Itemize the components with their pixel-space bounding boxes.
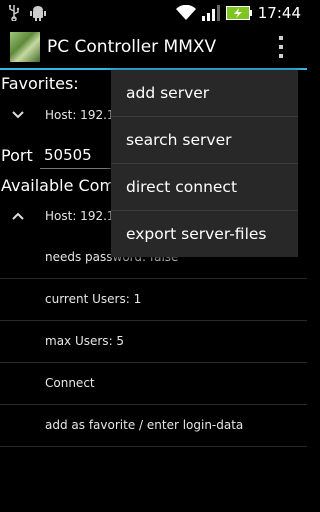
status-bar: 17:44 — [0, 0, 307, 26]
add-favorite-button[interactable]: add as favorite / enter login-data — [0, 405, 307, 447]
clock: 17:44 — [257, 4, 301, 22]
connect-button[interactable]: Connect — [0, 363, 307, 405]
usb-icon — [9, 5, 20, 21]
detail-row-current-users: current Users: 1 — [0, 279, 307, 321]
overflow-menu: add server search server direct connect … — [111, 70, 298, 257]
detail-text: current Users: 1 — [45, 292, 142, 306]
android-debug-icon — [30, 6, 46, 21]
signal-icon — [201, 5, 220, 21]
chevron-down-icon[interactable] — [12, 109, 24, 121]
menu-item-export-server-files[interactable]: export server-files — [111, 211, 298, 257]
app-icon[interactable] — [10, 32, 40, 62]
app-title: PC Controller MMXV — [47, 37, 217, 57]
port-label: Port — [1, 146, 33, 165]
add-favorite-label: add as favorite / enter login-data — [45, 418, 244, 432]
menu-item-search-server[interactable]: search server — [111, 117, 298, 164]
available-label: Available Com — [1, 176, 116, 195]
menu-item-add-server[interactable]: add server — [111, 70, 298, 117]
wifi-icon — [175, 5, 196, 20]
favorites-label: Favorites: — [1, 74, 79, 93]
more-vert-icon[interactable] — [279, 36, 285, 58]
connect-label: Connect — [45, 376, 95, 390]
menu-item-direct-connect[interactable]: direct connect — [111, 164, 298, 211]
favorite-host[interactable]: Host: 192.1 — [45, 108, 115, 122]
action-bar: PC Controller MMXV — [0, 26, 307, 68]
detail-row-max-users: max Users: 5 — [0, 321, 307, 363]
battery-charging-icon — [225, 6, 252, 20]
available-host[interactable]: Host: 192.1 — [45, 209, 115, 223]
chevron-up-icon[interactable] — [12, 210, 24, 222]
detail-text: max Users: 5 — [45, 334, 125, 348]
